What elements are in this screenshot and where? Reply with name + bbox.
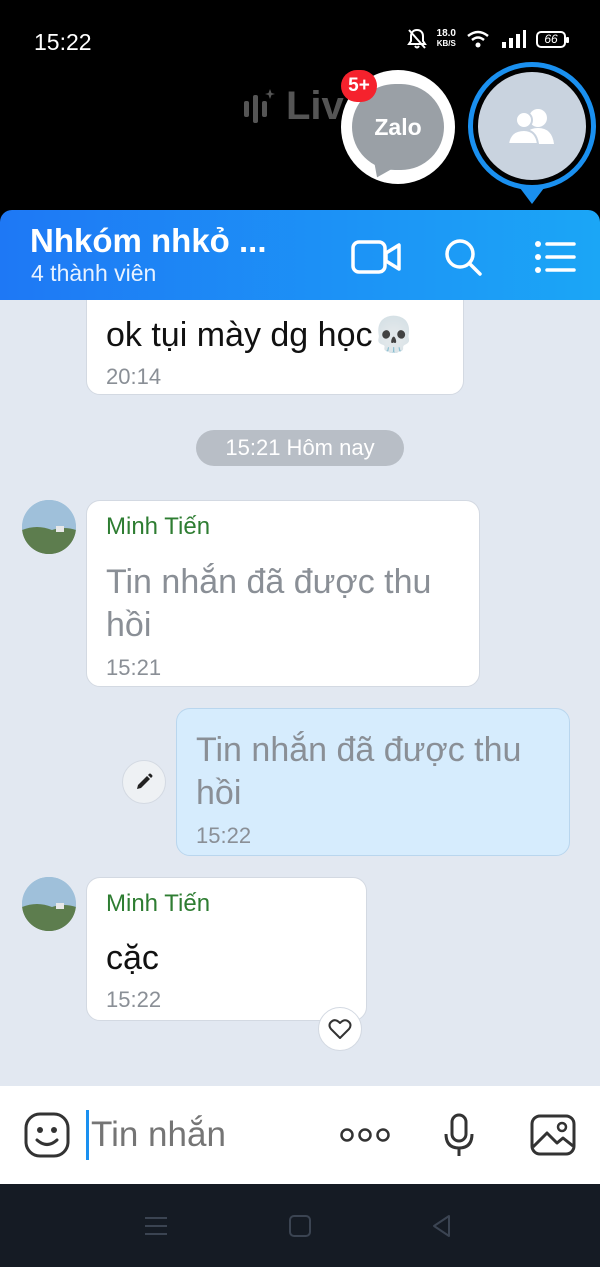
sticker-button[interactable] <box>20 1108 74 1162</box>
home-button[interactable] <box>282 1208 318 1244</box>
video-camera-icon <box>351 240 401 274</box>
message-time: 15:21 <box>106 655 162 680</box>
message-input-bar <box>0 1086 600 1184</box>
video-call-button[interactable] <box>348 232 404 282</box>
message-time: 15:22 <box>106 987 162 1012</box>
image-button[interactable] <box>526 1108 580 1162</box>
voice-record-button[interactable] <box>432 1108 486 1162</box>
sender-name: Minh Tiến <box>106 513 211 540</box>
message-bubble[interactable]: ok tụi mày dg học💀 20:14 <box>86 300 464 395</box>
net-speed-unit: KB/S <box>436 39 456 48</box>
system-nav-bar <box>0 1184 600 1267</box>
list-menu-icon <box>535 241 576 273</box>
net-speed-value: 18.0 <box>436 28 456 39</box>
edit-button[interactable] <box>122 760 166 804</box>
react-button[interactable] <box>318 1007 362 1051</box>
recalled-message-line2: hồi <box>106 606 152 644</box>
recalled-message-line1: Tin nhắn đã được thu <box>196 731 522 769</box>
member-count[interactable]: 4 thành viên <box>31 260 156 287</box>
status-icons: 18.0 KB/S 66 <box>406 28 569 50</box>
heart-icon <box>328 1019 352 1039</box>
sender-name: Minh Tiến <box>106 890 211 917</box>
message-bubble[interactable]: Minh Tiến cặc 15:22 <box>86 877 367 1021</box>
recent-apps-button[interactable] <box>138 1208 174 1244</box>
recalled-message-line2: hồi <box>196 774 242 812</box>
back-button[interactable] <box>424 1208 460 1244</box>
chat-area[interactable]: ok tụi mày dg học💀 20:14 15:21 Hôm nay M… <box>0 300 600 1086</box>
date-separator: 15:21 Hôm nay <box>196 430 404 466</box>
message-time: 15:22 <box>196 823 252 848</box>
battery-indicator: 66 <box>536 30 569 48</box>
pencil-icon <box>137 773 153 789</box>
group-users-icon <box>506 109 554 145</box>
status-time: 15:22 <box>34 29 92 55</box>
message-bubble[interactable]: Minh Tiến Tin nhắn đã được thu hồi 15:21 <box>86 500 480 687</box>
menu-button[interactable] <box>527 232 583 282</box>
message-time: 20:14 <box>106 364 162 389</box>
live-sparkle-icon <box>244 88 275 123</box>
message-input[interactable] <box>86 1110 316 1160</box>
chat-header: Nhkóm nhkỏ ... 4 thành viên <box>0 210 600 300</box>
net-speed: 18.0 KB/S <box>437 29 456 49</box>
square-icon <box>289 1215 311 1237</box>
recalled-message-line1: Tin nhắn đã được thu <box>106 563 432 601</box>
mute-bell-icon <box>406 28 427 49</box>
menu-lines-icon <box>145 1217 167 1235</box>
signal-icon <box>502 30 526 48</box>
group-title[interactable]: Nhkóm nhkỏ ... <box>30 222 267 260</box>
live-label[interactable]: Liv <box>240 84 344 129</box>
zalo-unread-badge: 5+ <box>341 70 377 102</box>
avatar-landscape-image <box>22 500 76 554</box>
group-bubble-pointer <box>520 188 544 204</box>
avatar[interactable] <box>22 500 76 554</box>
emoji-face-icon <box>24 1112 70 1158</box>
triangle-back-icon <box>433 1215 450 1237</box>
my-message-bubble[interactable]: Tin nhắn đã được thu hồi 15:22 <box>176 708 570 856</box>
avatar[interactable] <box>22 877 76 931</box>
image-icon <box>530 1114 576 1156</box>
group-chat-head[interactable] <box>468 62 596 190</box>
more-dots-icon <box>340 1128 390 1142</box>
more-options-button[interactable] <box>338 1108 392 1162</box>
live-label-text: Liv <box>286 84 344 128</box>
group-avatar <box>478 72 586 180</box>
search-icon <box>445 239 482 276</box>
wifi-icon <box>467 30 489 48</box>
search-button[interactable] <box>435 232 491 282</box>
message-text: ok tụi mày dg học💀 <box>106 316 415 354</box>
message-text: cặc <box>106 939 159 977</box>
avatar-landscape-image <box>22 877 76 931</box>
microphone-icon <box>444 1113 474 1156</box>
